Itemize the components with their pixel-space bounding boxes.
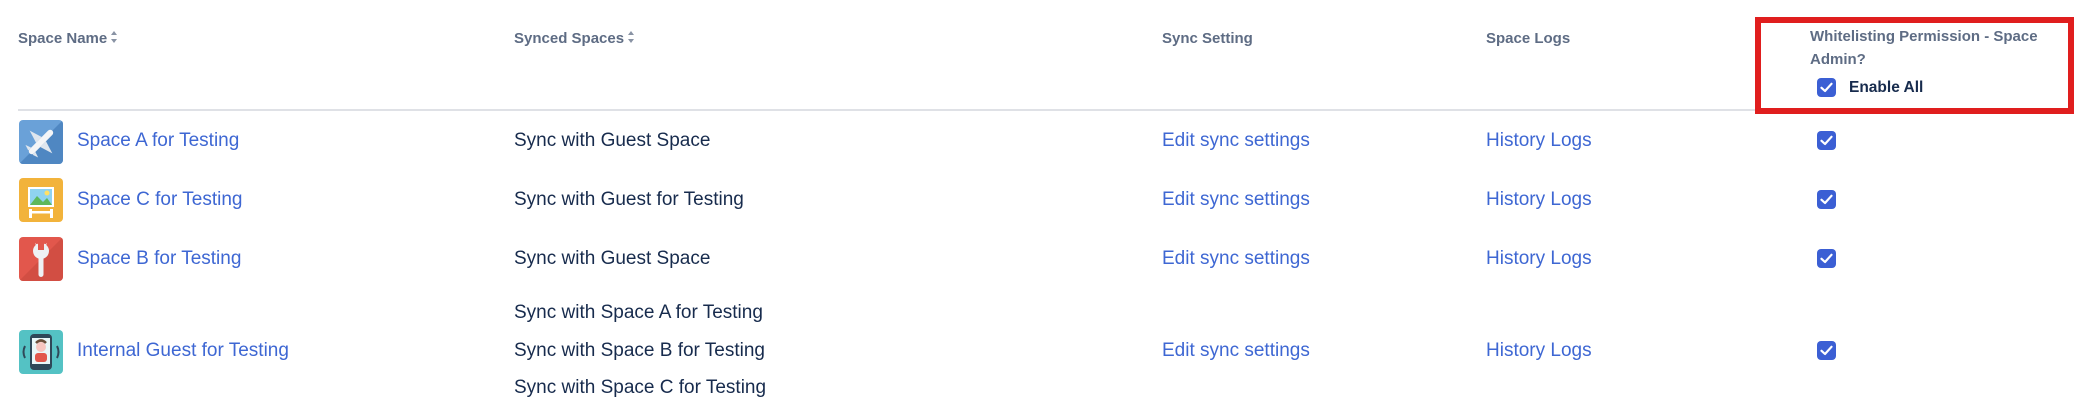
checkmark-icon [1820,345,1833,356]
column-header-space-logs: Space Logs [1486,30,1571,47]
edit-sync-settings-link[interactable]: Edit sync settings [1162,248,1310,270]
checkmark-icon [1820,194,1833,205]
checkmark-icon [1820,253,1833,264]
edit-sync-settings-link[interactable]: Edit sync settings [1162,189,1310,211]
space-name-link[interactable]: Space A for Testing [77,130,239,152]
table-row: Internal Guest for Testing Sync with Spa… [0,296,2095,398]
whitelist-checkbox[interactable] [1817,341,1836,360]
airplane-icon [19,120,63,164]
history-logs-link[interactable]: History Logs [1486,248,1592,270]
column-header-space-name[interactable]: Space Name [18,27,118,50]
highlight-box [1755,17,2074,114]
column-header-sync-setting: Sync Setting [1162,30,1253,47]
wrench-icon [19,237,63,281]
table-row: Space A for Testing Sync with Guest Spac… [0,118,2095,166]
history-logs-link[interactable]: History Logs [1486,189,1592,211]
sort-icon[interactable] [628,31,635,44]
sort-icon[interactable] [111,31,118,44]
space-name-link[interactable]: Space B for Testing [77,248,241,270]
whitelist-checkbox[interactable] [1817,190,1836,209]
synced-space-text: Sync with Space A for Testing [514,302,763,323]
column-header-space-name-label: Space Name [18,30,108,47]
easel-picture-icon [19,178,63,222]
column-header-synced-spaces[interactable]: Synced Spaces [514,27,635,50]
phone-person-icon [19,330,63,374]
edit-sync-settings-link[interactable]: Edit sync settings [1162,340,1310,362]
synced-space-text: Sync with Guest Space [514,248,711,269]
table-row: Space C for Testing Sync with Guest for … [0,177,2095,225]
whitelist-checkbox[interactable] [1817,249,1836,268]
edit-sync-settings-link[interactable]: Edit sync settings [1162,130,1310,152]
synced-space-text: Sync with Space B for Testing [514,340,765,361]
synced-space-text: Sync with Guest Space [514,130,711,151]
column-header-synced-spaces-label: Synced Spaces [514,30,625,47]
history-logs-link[interactable]: History Logs [1486,130,1592,152]
whitelist-checkbox[interactable] [1817,131,1836,150]
checkmark-icon [1820,135,1833,146]
table-row: Space B for Testing Sync with Guest Spac… [0,236,2095,284]
space-name-link[interactable]: Space C for Testing [77,189,242,211]
history-logs-link[interactable]: History Logs [1486,340,1592,362]
space-name-link[interactable]: Internal Guest for Testing [77,340,289,362]
synced-space-text: Sync with Guest for Testing [514,189,744,210]
